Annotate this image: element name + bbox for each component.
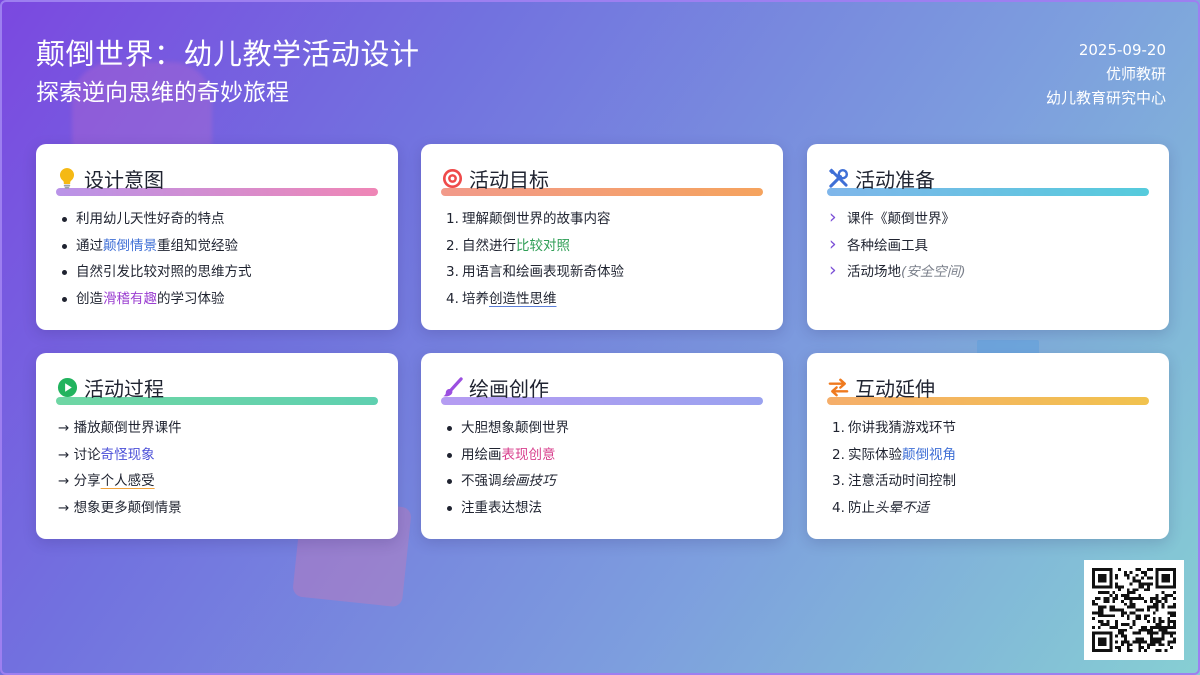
title-block: 颠倒世界：幼儿教学活动设计 探索逆向思维的奇妙旅程 (36, 34, 420, 110)
card-title: 绘画创作 (469, 376, 549, 401)
card-process: 活动过程 → 播放颠倒世界课件 → 讨论奇怪现象 → 分享个人感受 → 想象更多… (36, 353, 398, 539)
card-title: 活动目标 (469, 167, 549, 192)
list-item: 创造滑稽有趣的学习体验 (56, 286, 378, 313)
meta-info: 2025-09-20 优师教研 幼儿教育研究中心 (1046, 38, 1166, 110)
list-item: 利用幼儿天性好奇的特点 (56, 206, 378, 233)
card-drawing: 绘画创作 大胆想象颠倒世界 用绘画表现创意 不强调绘画技巧 注重表达想法 (421, 353, 783, 539)
list-item: 1. 理解颠倒世界的故事内容 (446, 211, 611, 227)
list-item: 通过颠倒情景重组知觉经验 (56, 233, 378, 260)
extension-list: 1. 你讲我猜游戏环节 2. 实际体验颠倒视角 3. 注意活动时间控制 4. 防止头晕不… (827, 415, 1149, 521)
process-list: → 播放颠倒世界课件 → 讨论奇怪现象 → 分享个人感受 → 想象更多颠倒情景 (56, 415, 378, 521)
card-design-intent: 设计意图 利用幼儿天性好奇的特点 通过颠倒情景重组知觉经验 自然引发比较对照的思… (36, 144, 398, 330)
drawing-list: 大胆想象颠倒世界 用绘画表现创意 不强调绘画技巧 注重表达想法 (441, 415, 763, 521)
list-item: → 讨论奇怪现象 (58, 446, 155, 463)
qr-code-icon[interactable] (1084, 560, 1184, 660)
list-item: 1. 你讲我猜游戏环节 (832, 420, 956, 436)
list-item: → 想象更多颠倒情景 (58, 499, 182, 516)
card-title: 活动过程 (84, 376, 164, 401)
tools-icon (827, 167, 849, 189)
card-title: 活动准备 (855, 167, 935, 192)
list-item: 2. 实际体验颠倒视角 (832, 446, 956, 463)
intent-list: 利用幼儿天性好奇的特点 通过颠倒情景重组知觉经验 自然引发比较对照的思维方式 创… (56, 206, 378, 312)
lightbulb-icon (56, 167, 78, 189)
page-subtitle: 探索逆向思维的奇妙旅程 (36, 80, 289, 106)
swap-arrows-icon (827, 376, 849, 398)
list-item: 不强调绘画技巧 (441, 468, 763, 495)
target-icon (441, 167, 463, 189)
paintbrush-icon (441, 376, 463, 398)
list-item: → 分享个人感受 (58, 473, 155, 489)
list-item: 活动场地(安全空间) (827, 257, 1149, 286)
list-item: 2. 自然进行比较对照 (446, 237, 570, 254)
list-item: 3. 注意活动时间控制 (832, 473, 956, 489)
list-item: 用绘画表现创意 (441, 442, 763, 469)
list-item: 课件《颠倒世界》 (827, 204, 1149, 233)
list-item: 4. 培养创造性思维 (446, 290, 557, 307)
meta-org: 幼儿教育研究中心 (1045, 89, 1166, 107)
meta-author: 优师教研 (1105, 65, 1166, 83)
list-item: 注重表达想法 (441, 495, 763, 522)
play-icon (56, 376, 78, 398)
card-preparation: 活动准备 课件《颠倒世界》 各种绘画工具 活动场地(安全空间) (807, 144, 1169, 330)
card-title: 设计意图 (84, 167, 164, 192)
list-item: 4. 防止头晕不适 (832, 499, 929, 516)
list-item: 各种绘画工具 (827, 231, 1149, 260)
page-title: 颠倒世界：幼儿教学活动设计 (36, 37, 420, 71)
card-title: 互动延伸 (855, 376, 935, 401)
list-item: 自然引发比较对照的思维方式 (56, 259, 378, 286)
list-item: 大胆想象颠倒世界 (441, 415, 763, 442)
meta-date: 2025-09-20 (1078, 41, 1166, 59)
goals-list: 1. 理解颠倒世界的故事内容 2. 自然进行比较对照 3. 用语言和绘画表现新奇体验 … (441, 206, 763, 312)
prep-list: 课件《颠倒世界》 各种绘画工具 活动场地(安全空间) (827, 204, 1149, 286)
slide-root: { "header": { "title": "颠倒世界：幼儿教学活动设计", … (0, 0, 1200, 675)
card-extension: 互动延伸 1. 你讲我猜游戏环节 2. 实际体验颠倒视角 3. 注意活动时间控制 4.… (807, 353, 1169, 539)
list-item: → 播放颠倒世界课件 (58, 420, 182, 436)
card-goals: 活动目标 1. 理解颠倒世界的故事内容 2. 自然进行比较对照 3. 用语言和绘画表现… (421, 144, 783, 330)
list-item: 3. 用语言和绘画表现新奇体验 (446, 264, 624, 280)
